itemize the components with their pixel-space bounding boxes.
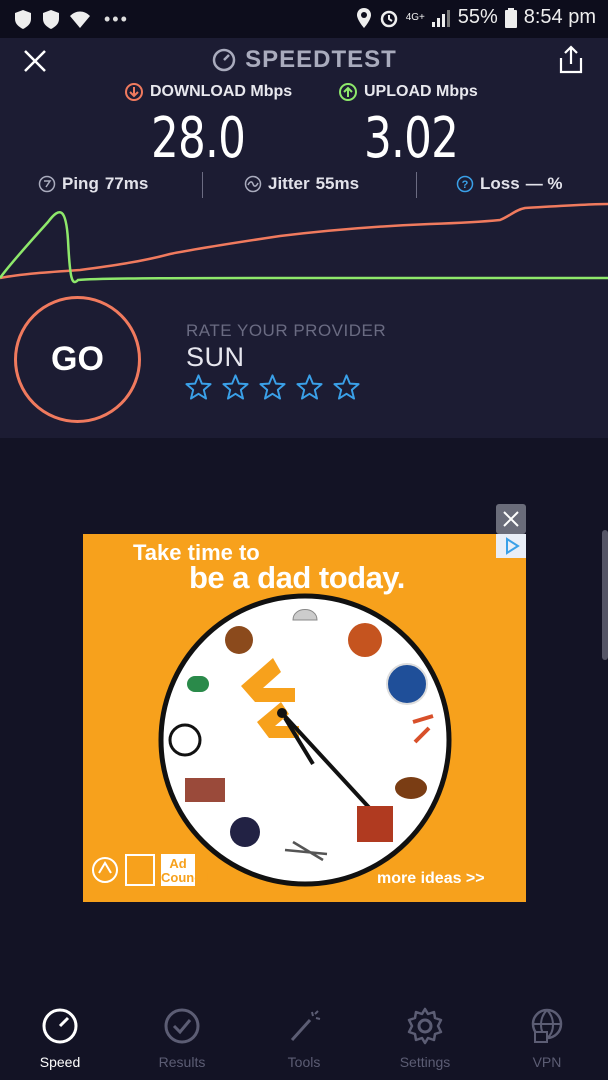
star-icon[interactable] bbox=[258, 373, 287, 401]
battery-icon bbox=[504, 7, 517, 28]
star-rating bbox=[184, 373, 361, 401]
books-icon bbox=[185, 778, 225, 802]
download-value: 28.0 bbox=[151, 106, 246, 171]
ad-choices-icon bbox=[506, 537, 520, 555]
jitter-label: Jitter bbox=[268, 174, 310, 193]
metrics-divider bbox=[202, 172, 203, 198]
fatherhood-logo bbox=[125, 854, 155, 886]
vpn-globe-lock-icon bbox=[531, 1008, 563, 1043]
app-title: SPEEDTEST bbox=[0, 46, 608, 74]
star-icon[interactable] bbox=[332, 373, 361, 401]
nav-speed-label: Speed bbox=[39, 1054, 81, 1070]
ad-banner[interactable]: Take time to be a dad today. Ad Council … bbox=[83, 534, 526, 902]
star-icon[interactable] bbox=[221, 373, 250, 401]
notification-icons: ••• bbox=[12, 8, 129, 30]
ping-value: 77ms bbox=[104, 174, 149, 193]
star-icon[interactable] bbox=[184, 373, 213, 401]
nav-results-label: Results bbox=[158, 1054, 206, 1070]
ad-close-button[interactable] bbox=[496, 504, 526, 534]
signal-icon bbox=[431, 9, 450, 27]
ad-choices-button[interactable] bbox=[496, 534, 526, 558]
more-notifications-icon: ••• bbox=[104, 8, 129, 29]
nav-vpn[interactable]: VPN bbox=[497, 1006, 597, 1070]
ping-pong-icon bbox=[187, 676, 209, 692]
wifi-shield-icon bbox=[70, 11, 90, 28]
ping-icon bbox=[38, 175, 56, 193]
alarm-icon bbox=[380, 10, 397, 27]
scrollbar[interactable] bbox=[602, 530, 608, 660]
upload-label: UPLOAD Mbps bbox=[338, 82, 478, 102]
shield-icon bbox=[15, 10, 31, 29]
globe-icon bbox=[386, 663, 428, 705]
status-right: 4G+ 55% 8:54 pm bbox=[356, 6, 596, 29]
download-label-text: DOWNLOAD Mbps bbox=[150, 83, 293, 100]
network-type: 4G+ bbox=[405, 11, 425, 23]
jitter-metric: Jitter 55ms bbox=[244, 174, 359, 194]
football-icon bbox=[395, 777, 427, 799]
loss-value: — % bbox=[525, 174, 563, 193]
loss-label: Loss bbox=[480, 174, 520, 193]
ad-logos: Ad Council bbox=[91, 854, 209, 886]
hhs-eagle-icon bbox=[92, 857, 118, 883]
ad-council-logo: Ad Council bbox=[161, 854, 209, 886]
rate-provider-label: RATE YOUR PROVIDER bbox=[186, 321, 387, 340]
metrics-divider bbox=[416, 172, 417, 198]
jitter-value: 55ms bbox=[315, 174, 360, 193]
upload-arrow-icon bbox=[339, 83, 357, 101]
shield-icon bbox=[43, 10, 59, 29]
ping-metric: Ping 77ms bbox=[38, 174, 148, 194]
upload-value: 3.02 bbox=[364, 106, 459, 171]
nav-speed[interactable]: Speed bbox=[10, 1006, 110, 1070]
download-arrow-icon bbox=[125, 83, 143, 101]
checkerboard-icon bbox=[357, 806, 393, 842]
loss-metric[interactable]: ? Loss — % bbox=[456, 174, 563, 194]
upload-label-text: UPLOAD Mbps bbox=[364, 83, 478, 100]
location-icon bbox=[356, 7, 371, 28]
speedometer-icon bbox=[212, 48, 236, 72]
title-text: SPEEDTEST bbox=[245, 46, 397, 73]
bowling-ball-icon bbox=[230, 817, 260, 847]
nav-settings-label: Settings bbox=[399, 1054, 451, 1070]
nav-settings[interactable]: Settings bbox=[375, 1006, 475, 1070]
nav-tools[interactable]: Tools bbox=[254, 1006, 354, 1070]
download-label: DOWNLOAD Mbps bbox=[124, 82, 292, 102]
battery-percent: 55% bbox=[457, 6, 498, 28]
nav-tools-label: Tools bbox=[287, 1054, 321, 1070]
check-circle-icon bbox=[164, 1008, 200, 1044]
ad-headline-2: be a dad today. bbox=[189, 560, 405, 595]
jitter-icon bbox=[244, 175, 262, 193]
upload-graph-line bbox=[0, 210, 608, 284]
ping-label: Ping bbox=[62, 174, 99, 193]
nav-vpn-label: VPN bbox=[532, 1054, 562, 1070]
baseball-glove-icon bbox=[225, 626, 253, 654]
magic-wand-icon bbox=[290, 1010, 321, 1042]
ad-clock-illustration bbox=[158, 593, 452, 887]
star-icon[interactable] bbox=[295, 373, 324, 401]
go-button[interactable]: GO bbox=[14, 296, 141, 423]
help-icon: ? bbox=[456, 175, 474, 193]
gear-icon bbox=[407, 1007, 443, 1045]
clock: 8:54 pm bbox=[523, 6, 596, 28]
basketball-icon bbox=[348, 623, 382, 657]
speed-graph bbox=[0, 202, 608, 284]
share-icon bbox=[559, 45, 583, 74]
metrics-row: Ping 77ms Jitter 55ms ? Loss — % bbox=[0, 172, 608, 200]
download-graph-line bbox=[0, 202, 608, 280]
close-icon bbox=[503, 511, 519, 527]
bottom-navigation: Speed Results Tools Settings VPN bbox=[0, 996, 608, 1080]
speedometer-icon bbox=[42, 1008, 78, 1044]
soccer-ball-icon bbox=[168, 723, 202, 757]
provider-name: SUN bbox=[186, 342, 245, 372]
speedtest-panel: SPEEDTEST DOWNLOAD Mbps UPLOAD Mbps 28.0… bbox=[0, 38, 608, 438]
status-bar: ••• 4G+ 55% 8:54 pm bbox=[0, 0, 608, 38]
more-ideas-link[interactable]: more ideas >> bbox=[377, 870, 485, 888]
svg-text:?: ? bbox=[462, 179, 469, 191]
share-button[interactable] bbox=[556, 44, 586, 76]
nav-results[interactable]: Results bbox=[132, 1006, 232, 1070]
